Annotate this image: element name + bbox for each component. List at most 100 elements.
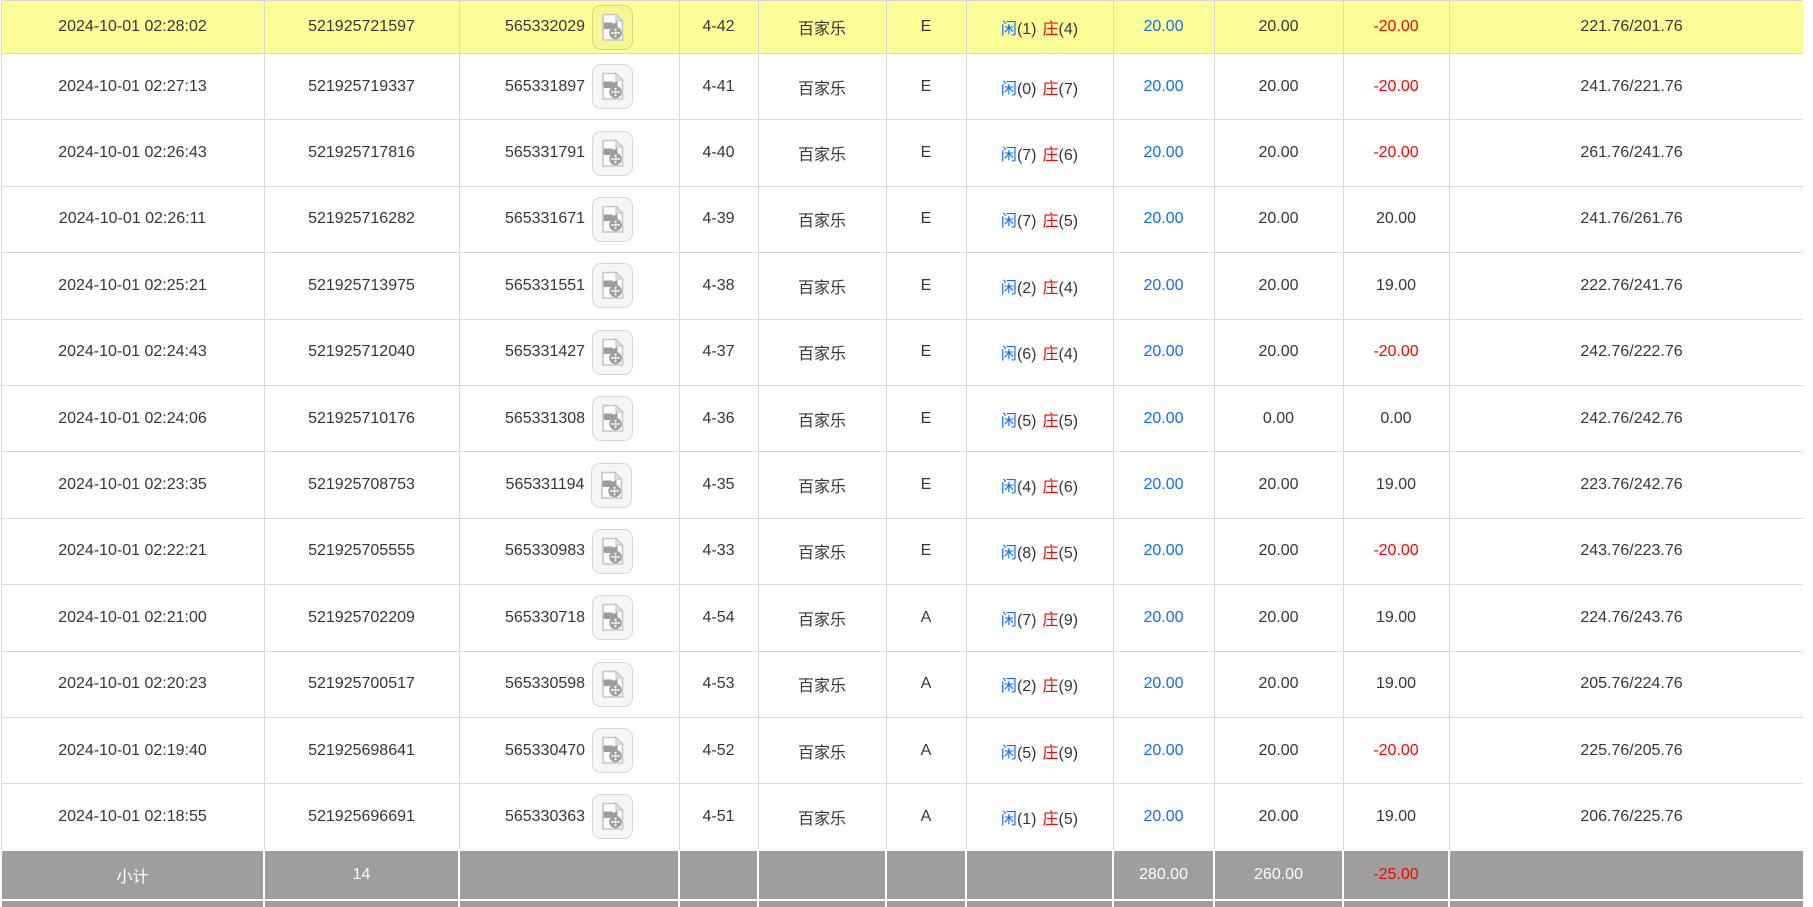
video-replay-button[interactable] [592, 263, 633, 308]
player-points: (5) [1017, 413, 1037, 430]
win-loss: 20.00 [1343, 186, 1449, 252]
table-round: 4-39 [679, 186, 758, 252]
balance: 221.76/201.76 [1449, 1, 1803, 54]
banker-points: (5) [1059, 413, 1079, 430]
bet-amount-link[interactable]: 20.00 [1113, 186, 1214, 252]
player-label: 闲 [1001, 21, 1017, 38]
video-replay-button[interactable] [592, 330, 633, 375]
bet-time: 2024-10-01 02:21:00 [1, 585, 264, 651]
video-replay-icon [599, 404, 626, 433]
bet-id: 521925717816 [264, 120, 459, 186]
game-name: 百家乐 [758, 186, 886, 252]
player-label: 闲 [1001, 479, 1017, 496]
table-round: 4-54 [679, 585, 758, 651]
win-loss: 19.00 [1343, 585, 1449, 651]
bet-amount-link[interactable]: 20.00 [1113, 1, 1214, 54]
game-name: 百家乐 [758, 253, 886, 319]
round-id-cell: 565331897 [459, 54, 679, 120]
balance: 223.76/242.76 [1449, 452, 1803, 518]
player-points: (6) [1017, 346, 1037, 363]
win-loss: -20.00 [1343, 1, 1449, 54]
video-replay-icon [599, 338, 626, 367]
valid-amount: 20.00 [1214, 452, 1343, 518]
win-loss: 19.00 [1343, 253, 1449, 319]
round-id: 565330470 [505, 742, 585, 760]
subtotal-valid-amount: 260.00 [1214, 850, 1343, 900]
bet-amount-link[interactable]: 20.00 [1113, 253, 1214, 319]
bet-amount-link[interactable]: 20.00 [1113, 784, 1214, 850]
video-replay-button[interactable] [592, 595, 633, 640]
valid-amount: 20.00 [1214, 1, 1343, 54]
table-row[interactable]: 2024-10-01 02:26:43 521925717816 5653317… [1, 120, 1803, 186]
bet-amount-link[interactable]: 20.00 [1113, 651, 1214, 717]
bet-amount-link[interactable]: 20.00 [1113, 717, 1214, 783]
video-replay-button[interactable] [592, 64, 633, 109]
table-row[interactable]: 2024-10-01 02:19:40 521925698641 5653304… [1, 717, 1803, 783]
video-replay-icon [599, 205, 626, 234]
bet-amount-link[interactable]: 20.00 [1113, 120, 1214, 186]
round-id-cell: 565331671 [459, 186, 679, 252]
video-replay-button[interactable] [592, 396, 633, 441]
player-points: (4) [1017, 479, 1037, 496]
table-row[interactable]: 2024-10-01 02:20:23 521925700517 5653305… [1, 651, 1803, 717]
table-row[interactable]: 2024-10-01 02:22:21 521925705555 5653309… [1, 518, 1803, 584]
balance: 206.76/225.76 [1449, 784, 1803, 850]
banker-label: 庄 [1043, 479, 1059, 496]
table-round: 4-53 [679, 651, 758, 717]
round-id-cell: 565331308 [459, 385, 679, 451]
round-id-cell: 565331791 [459, 120, 679, 186]
table-row[interactable]: 2024-10-01 02:27:13 521925719337 5653318… [1, 54, 1803, 120]
bet-id: 521925702209 [264, 585, 459, 651]
grand-total-row-partial [1, 900, 1803, 907]
game-name: 百家乐 [758, 319, 886, 385]
table-row[interactable]: 2024-10-01 02:21:00 521925702209 5653307… [1, 585, 1803, 651]
round-id-cell: 565331427 [459, 319, 679, 385]
table-row[interactable]: 2024-10-01 02:18:55 521925696691 5653303… [1, 784, 1803, 850]
game-result: 闲(7)庄(5) [966, 186, 1113, 252]
bet-amount-link[interactable]: 20.00 [1113, 585, 1214, 651]
table-row[interactable]: 2024-10-01 02:28:02 521925721597 5653320… [1, 1, 1803, 54]
bet-amount-link[interactable]: 20.00 [1113, 385, 1214, 451]
bet-amount-link[interactable]: 20.00 [1113, 452, 1214, 518]
table-row[interactable]: 2024-10-01 02:25:21 521925713975 5653315… [1, 253, 1803, 319]
banker-points: (9) [1059, 612, 1079, 629]
video-replay-button[interactable] [592, 662, 633, 707]
video-replay-button[interactable] [592, 131, 633, 176]
round-id-cell: 565332029 [459, 1, 679, 54]
table-row[interactable]: 2024-10-01 02:24:06 521925710176 5653313… [1, 385, 1803, 451]
video-replay-button[interactable] [591, 463, 632, 508]
table-row[interactable]: 2024-10-01 02:26:11 521925716282 5653316… [1, 186, 1803, 252]
player-label: 闲 [1001, 147, 1017, 164]
table-round: 4-37 [679, 319, 758, 385]
round-id: 565330983 [505, 542, 585, 560]
round-id-cell: 565330470 [459, 717, 679, 783]
win-loss: 19.00 [1343, 452, 1449, 518]
bet-amount-link[interactable]: 20.00 [1113, 319, 1214, 385]
table-row[interactable]: 2024-10-01 02:23:35 521925708753 5653311… [1, 452, 1803, 518]
table-row[interactable]: 2024-10-01 02:24:43 521925712040 5653314… [1, 319, 1803, 385]
bet-history-table: 2024-10-01 02:28:02 521925721597 5653320… [0, 0, 1803, 907]
win-loss: 19.00 [1343, 784, 1449, 850]
video-replay-button[interactable] [592, 794, 633, 839]
video-replay-icon [599, 13, 626, 42]
video-replay-button[interactable] [592, 197, 633, 242]
table-letter: A [886, 784, 966, 850]
bet-amount-link[interactable]: 20.00 [1113, 518, 1214, 584]
video-replay-button[interactable] [592, 529, 633, 574]
subtotal-empty-cell [679, 850, 758, 900]
table-round: 4-52 [679, 717, 758, 783]
player-label: 闲 [1001, 213, 1017, 230]
bet-amount-link[interactable]: 20.00 [1113, 54, 1214, 120]
banker-points: (5) [1059, 213, 1079, 230]
game-name: 百家乐 [758, 518, 886, 584]
video-replay-button[interactable] [592, 728, 633, 773]
table-letter: A [886, 585, 966, 651]
game-name: 百家乐 [758, 385, 886, 451]
table-round: 4-35 [679, 452, 758, 518]
round-id: 565330363 [505, 808, 585, 826]
game-result: 闲(5)庄(5) [966, 385, 1113, 451]
banker-label: 庄 [1043, 612, 1059, 629]
video-replay-button[interactable] [592, 5, 633, 50]
bet-id: 521925696691 [264, 784, 459, 850]
valid-amount: 20.00 [1214, 253, 1343, 319]
